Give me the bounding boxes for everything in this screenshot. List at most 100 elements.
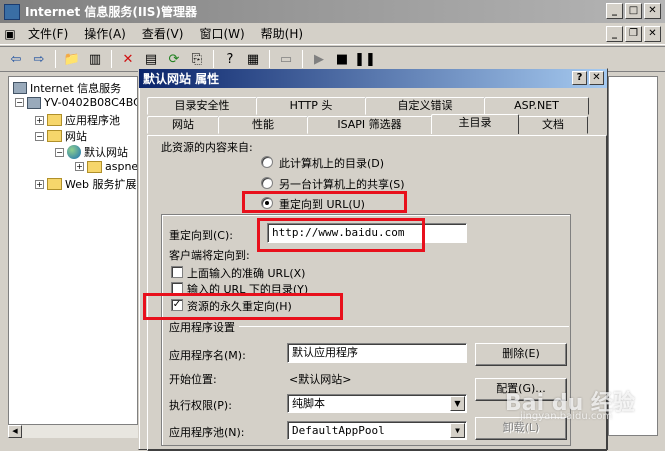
help-icon[interactable]: ?	[220, 49, 240, 69]
tree-node-default-site[interactable]: − 默认网站	[55, 144, 128, 160]
tab-aspnet[interactable]: ASP.NET	[484, 97, 589, 115]
tree-label: Internet 信息服务	[30, 82, 122, 95]
tab-performance[interactable]: 性能	[218, 116, 308, 134]
tree-node-web-ext[interactable]: + Web 服务扩展	[35, 176, 136, 192]
up-folder-icon[interactable]: 📁	[62, 49, 82, 69]
child-close-button[interactable]: ✕	[644, 26, 661, 42]
app-pool-select[interactable]: DefaultAppPool ▼	[287, 421, 467, 440]
minimize-button[interactable]: _	[606, 3, 623, 19]
pause-icon[interactable]: ❚❚	[354, 49, 376, 69]
stop-icon[interactable]: ■	[332, 49, 352, 69]
menu-help[interactable]: 帮助(H)	[253, 25, 311, 42]
tab-website[interactable]: 网站	[147, 116, 219, 134]
radio-network-share[interactable]	[261, 177, 273, 189]
delete-app-button[interactable]: 删除(E)	[475, 343, 567, 366]
baidu-watermark: Bai du 经验 jingyan.baidu.com	[505, 385, 635, 422]
window-titlebar: Internet 信息服务(IIS)管理器 _ □ ✕	[0, 0, 665, 23]
exec-permission-select[interactable]: 纯脚本 ▼	[287, 394, 467, 413]
play-icon[interactable]: ▶	[309, 49, 329, 69]
dialog-help-button[interactable]: ?	[572, 71, 587, 85]
tree-node-aspnet[interactable]: + aspne	[75, 160, 138, 173]
menu-window[interactable]: 窗口(W)	[191, 25, 252, 42]
computer-icon[interactable]: ▭	[276, 49, 296, 69]
app-name-label: 应用程序名(M):	[169, 349, 246, 362]
radio-share-label: 另一台计算机上的共享(S)	[279, 178, 405, 191]
tab-documents[interactable]: 文档	[518, 116, 588, 134]
expand-icon[interactable]: +	[35, 179, 44, 189]
collapse-icon[interactable]: −	[35, 131, 44, 141]
start-point-label: 开始位置:	[169, 373, 217, 386]
app-pool-label: 应用程序池(N):	[169, 426, 245, 439]
tree-label: 默认网站	[84, 146, 128, 159]
child-minimize-button[interactable]: _	[606, 26, 623, 42]
tab-custom-errors[interactable]: 自定义错误	[365, 97, 485, 115]
tree-label: 应用程序池	[65, 114, 120, 127]
folder-icon	[47, 178, 62, 190]
show-tree-icon[interactable]: ▥	[85, 49, 105, 69]
tab-home-directory[interactable]: 主目录	[431, 114, 519, 134]
scroll-left-icon[interactable]: ◀	[8, 425, 22, 438]
redirect-to-label: 重定向到(C):	[169, 229, 233, 242]
tree-node-app-pools[interactable]: + 应用程序池	[35, 112, 120, 128]
menu-action[interactable]: 操作(A)	[76, 25, 134, 42]
exec-permission-label: 执行权限(P):	[169, 399, 232, 412]
folder-icon	[87, 160, 102, 173]
window-controls: _ □ ✕	[606, 3, 661, 19]
dialog-controls: ? ✕	[572, 71, 604, 85]
collapse-icon[interactable]: −	[55, 147, 64, 157]
dialog-title: 默认网站 属性	[143, 72, 220, 86]
highlight-redirect-url	[257, 218, 425, 252]
refresh-icon[interactable]: ⟳	[164, 49, 184, 69]
tree-label: Web 服务扩展	[65, 178, 137, 191]
console-icon[interactable]: ▦	[243, 49, 263, 69]
dialog-titlebar: 默认网站 属性 ? ✕	[139, 69, 607, 88]
checkbox-exact-url[interactable]	[171, 266, 183, 278]
app-name-input[interactable]: 默认应用程序	[287, 343, 467, 363]
app-settings-divider	[239, 326, 569, 327]
tree-horizontal-scrollbar[interactable]: ◀	[8, 424, 138, 438]
collapse-icon[interactable]: −	[15, 98, 24, 107]
tree-node-server[interactable]: − YV-0402B08C4BC	[15, 96, 138, 109]
delete-icon[interactable]: ✕	[118, 49, 138, 69]
toolbar-separator	[213, 50, 214, 68]
close-button[interactable]: ✕	[644, 3, 661, 19]
folder-icon	[47, 114, 62, 126]
menubar: ▣ 文件(F) 操作(A) 查看(V) 窗口(W) 帮助(H) _ ❐ ✕	[0, 23, 665, 45]
tree-label: YV-0402B08C4BC	[44, 96, 138, 109]
chevron-down-icon[interactable]: ▼	[450, 423, 465, 438]
menu-file[interactable]: 文件(F)	[20, 25, 76, 42]
radio-local-directory[interactable]	[261, 156, 273, 168]
maximize-button[interactable]: □	[625, 3, 642, 19]
toolbar-separator	[302, 50, 303, 68]
export-icon[interactable]: ⎘	[187, 49, 207, 69]
server-icon	[27, 96, 41, 109]
toolbar-separator	[269, 50, 270, 68]
tabs-row-2: 网站 性能 ISAPI 筛选器 主目录 文档	[147, 114, 588, 134]
tab-directory-security[interactable]: 目录安全性	[147, 97, 257, 115]
iis-root-icon	[13, 82, 27, 94]
properties-icon[interactable]: ▤	[141, 49, 161, 69]
back-icon[interactable]: ⇦	[6, 49, 26, 69]
dialog-close-button[interactable]: ✕	[589, 71, 604, 85]
expand-icon[interactable]: +	[35, 115, 44, 125]
app-settings-heading: 应用程序设置	[169, 321, 235, 334]
radio-local-label: 此计算机上的目录(D)	[279, 157, 385, 170]
content-source-label: 此资源的内容来自:	[161, 141, 253, 154]
highlight-permanent-redirect	[143, 293, 343, 320]
tree-pane: Internet 信息服务 − YV-0402B08C4BC + 应用程序池 −…	[8, 76, 138, 436]
menu-view[interactable]: 查看(V)	[134, 25, 192, 42]
tab-isapi-filters[interactable]: ISAPI 筛选器	[307, 116, 432, 134]
chevron-down-icon[interactable]: ▼	[450, 396, 465, 411]
check-exact-label: 上面输入的准确 URL(X)	[187, 267, 306, 280]
tab-http-headers[interactable]: HTTP 头	[256, 97, 366, 115]
forward-icon[interactable]: ⇨	[29, 49, 49, 69]
expand-icon[interactable]: +	[75, 162, 84, 171]
tree-label: aspne	[105, 160, 138, 173]
child-restore-button[interactable]: ❐	[625, 26, 642, 42]
tree-node-root[interactable]: Internet 信息服务	[13, 80, 121, 96]
folder-icon	[47, 130, 62, 142]
iis-app-icon	[4, 3, 20, 20]
highlight-redirect-radio	[242, 191, 407, 213]
tree-node-websites[interactable]: − 网站	[35, 128, 87, 144]
tree-label: 网站	[65, 130, 87, 143]
